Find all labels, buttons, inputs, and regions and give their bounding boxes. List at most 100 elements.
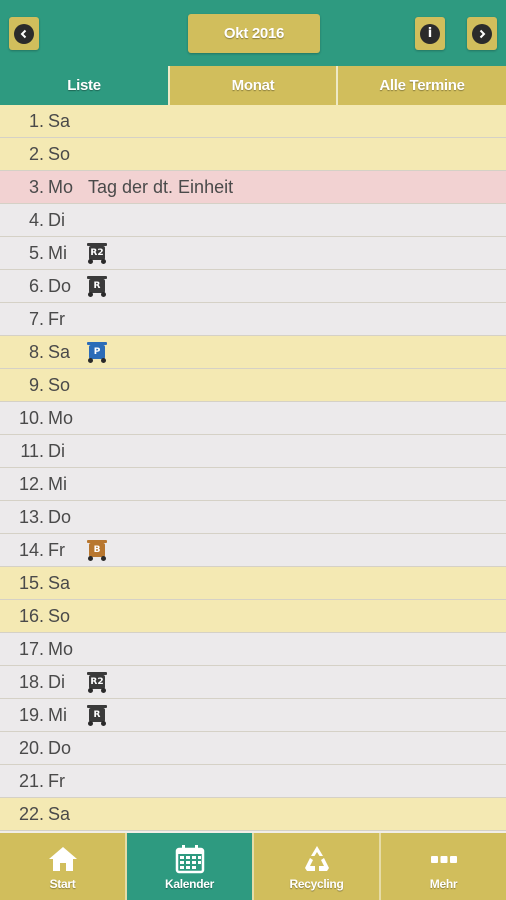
info-icon: i xyxy=(420,23,440,44)
month-label-button[interactable]: Okt 2016 xyxy=(188,14,320,53)
bin-wheel xyxy=(88,688,93,693)
day-number: 12. xyxy=(18,473,44,494)
weekday-name: Sa xyxy=(48,803,71,824)
day-row[interactable]: 5. Mi R2 xyxy=(0,237,506,270)
waste-bin-icon[interactable]: B xyxy=(86,539,108,561)
nav-recycling-button[interactable]: Recycling xyxy=(252,833,379,900)
weekday-name: Mo xyxy=(48,176,74,197)
waste-bin-icon[interactable]: R xyxy=(86,704,108,726)
day-number: 6. xyxy=(28,275,44,296)
day-number: 4. xyxy=(28,209,44,230)
day-row[interactable]: 14. Fr B xyxy=(0,534,506,567)
bin-wheel xyxy=(101,721,106,726)
day-number: 2. xyxy=(28,143,44,164)
day-number: 22. xyxy=(18,803,44,824)
waste-bin-icon[interactable]: R xyxy=(86,275,108,297)
day-number: 14. xyxy=(18,539,44,560)
bin-type-label: R2 xyxy=(89,675,105,689)
day-number: 9. xyxy=(28,374,44,395)
recycle-icon xyxy=(300,844,334,874)
day-number: 10. xyxy=(18,407,44,428)
weekday-name: So xyxy=(48,143,71,164)
tab-monat[interactable]: Monat xyxy=(168,66,336,105)
day-row[interactable]: 17. Mo xyxy=(0,633,506,666)
weekday-name: Mi xyxy=(48,704,67,725)
weekday-name: Fr xyxy=(48,308,65,329)
nav-start-label: Start xyxy=(49,877,76,891)
day-row[interactable]: 13. Do xyxy=(0,501,506,534)
weekday-name: Fr xyxy=(48,770,65,791)
waste-bin-icon[interactable]: R2 xyxy=(86,671,108,693)
day-row[interactable]: 21. Fr xyxy=(0,765,506,798)
bin-wheel xyxy=(101,292,106,297)
chevron-right-icon xyxy=(472,23,492,44)
day-row[interactable]: 16. So xyxy=(0,600,506,633)
day-row[interactable]: 10. Mo xyxy=(0,402,506,435)
day-row[interactable]: 19. Mi R xyxy=(0,699,506,732)
bin-wheel xyxy=(88,292,93,297)
day-row[interactable]: 12. Mi xyxy=(0,468,506,501)
nav-recycling-label: Recycling xyxy=(289,877,344,891)
weekday-name: Di xyxy=(48,209,65,230)
day-row[interactable]: 9. So xyxy=(0,369,506,402)
weekday-name: Di xyxy=(48,440,65,461)
bin-wheel xyxy=(101,556,106,561)
day-number: 7. xyxy=(28,308,44,329)
weekday-name: Do xyxy=(48,737,72,758)
tab-alle-termine[interactable]: Alle Termine xyxy=(336,66,506,105)
day-row[interactable]: 6. Do R xyxy=(0,270,506,303)
event-label: Tag der dt. Einheit xyxy=(88,176,234,197)
calendar-icon xyxy=(173,844,207,874)
weekday-name: Sa xyxy=(48,110,71,131)
day-row[interactable]: 3. Mo Tag der dt. Einheit xyxy=(0,171,506,204)
weekday-name: Fr xyxy=(48,539,65,560)
bin-wheel xyxy=(88,358,93,363)
waste-bin-icon[interactable]: R2 xyxy=(86,242,108,264)
nav-mehr-label: Mehr xyxy=(429,877,458,891)
weekday-name: Mo xyxy=(48,407,74,428)
nav-start-button[interactable]: Start xyxy=(0,833,125,900)
weekday-name: Mo xyxy=(48,638,74,659)
bin-wheel xyxy=(88,259,93,264)
next-month-button[interactable] xyxy=(467,17,497,50)
weekday-name: Do xyxy=(48,275,72,296)
weekday-name: Sa xyxy=(48,572,71,593)
bin-wheel xyxy=(101,688,106,693)
bin-wheel xyxy=(88,556,93,561)
day-row[interactable]: 7. Fr xyxy=(0,303,506,336)
weekday-name: So xyxy=(48,605,71,626)
day-number: 13. xyxy=(18,506,44,527)
weekday-name: Do xyxy=(48,506,72,527)
prev-month-button[interactable] xyxy=(9,17,39,50)
bin-type-label: R xyxy=(89,708,105,722)
day-list[interactable]: 1. Sa 2. So 3. Mo Tag der dt. Einheit 4. Di 5. Mi R… xyxy=(0,105,506,833)
bin-type-label: R2 xyxy=(89,246,105,260)
day-row[interactable]: 15. Sa xyxy=(0,567,506,600)
day-row[interactable]: 22. Sa xyxy=(0,798,506,831)
weekday-name: Sa xyxy=(48,341,71,362)
day-number: 1. xyxy=(28,110,44,131)
day-row[interactable]: 4. Di xyxy=(0,204,506,237)
day-number: 3. xyxy=(28,176,44,197)
nav-mehr-button[interactable]: Mehr xyxy=(379,833,506,900)
day-number: 11. xyxy=(20,440,44,461)
bin-type-label: R xyxy=(89,279,105,293)
app-header: Okt 2016 i xyxy=(0,0,506,66)
day-number: 15. xyxy=(18,572,44,593)
day-row[interactable]: 2. So xyxy=(0,138,506,171)
day-row[interactable]: 20. Do xyxy=(0,732,506,765)
tab-liste[interactable]: Liste xyxy=(0,66,168,105)
weekday-name: Mi xyxy=(48,242,67,263)
day-row[interactable]: 18. Di R2 xyxy=(0,666,506,699)
nav-kalender-button[interactable]: Kalender xyxy=(125,833,252,900)
weekday-name: Di xyxy=(48,671,65,692)
info-button[interactable]: i xyxy=(415,17,445,50)
day-row[interactable]: 1. Sa xyxy=(0,105,506,138)
day-row[interactable]: 8. Sa P xyxy=(0,336,506,369)
day-number: 20. xyxy=(18,737,44,758)
waste-bin-icon[interactable]: P xyxy=(86,341,108,363)
day-number: 16. xyxy=(18,605,44,626)
bottom-nav: Start Kalender Recycling Mehr xyxy=(0,833,506,900)
nav-kalender-label: Kalender xyxy=(165,877,214,891)
day-row[interactable]: 11. Di xyxy=(0,435,506,468)
